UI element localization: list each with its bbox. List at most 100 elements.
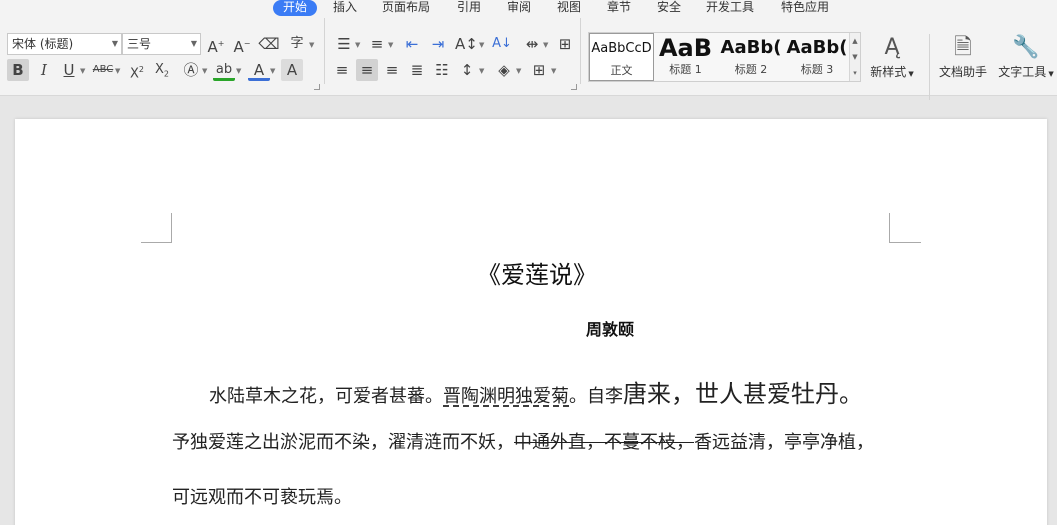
sort-icon[interactable]: A↓ bbox=[491, 33, 513, 55]
tab-insert[interactable]: 插入 bbox=[333, 0, 357, 16]
document-author[interactable]: 周敦颐 bbox=[586, 316, 634, 340]
paragraph-dialog-launcher[interactable] bbox=[571, 84, 577, 90]
subscript-icon[interactable]: X2 bbox=[151, 59, 173, 81]
borders-icon[interactable]: ⊞ bbox=[528, 59, 550, 81]
font-dialog-launcher[interactable] bbox=[314, 84, 320, 90]
chevron-down-icon[interactable]: ▼ bbox=[388, 41, 393, 49]
chevron-down-icon[interactable]: ▼ bbox=[202, 67, 207, 75]
line-spacing-icon[interactable]: ↕ bbox=[456, 59, 478, 81]
tab-home[interactable]: 开始 bbox=[273, 0, 318, 16]
chevron-down-icon[interactable]: ▼ bbox=[115, 67, 120, 75]
font-name-select[interactable]: 宋体 (标题) ▼ bbox=[7, 33, 122, 55]
strikethrough-icon[interactable]: ABC bbox=[92, 59, 114, 81]
tab-references[interactable]: 引用 bbox=[457, 0, 481, 16]
highlight-icon[interactable]: ab bbox=[213, 59, 235, 81]
chevron-down-icon[interactable]: ▼ bbox=[80, 67, 85, 75]
distributed-icon[interactable]: ☷ bbox=[431, 59, 453, 81]
expand-icon[interactable]: ▾ bbox=[850, 65, 860, 81]
style-heading-2[interactable]: AaBb( 标题 2 bbox=[719, 33, 783, 81]
paragraph-line-3[interactable]: 可远观而不可亵玩焉。 bbox=[172, 483, 352, 509]
font-size-value: 三号 bbox=[127, 37, 152, 51]
document-title[interactable]: 《爱莲说》 bbox=[0, 255, 1057, 290]
text-run-large: 唐来，世人甚爱牡丹。 bbox=[623, 380, 863, 408]
divider bbox=[929, 34, 930, 100]
chevron-down-icon[interactable]: ▼ bbox=[355, 41, 360, 49]
text-tools-label: 文字工具 bbox=[998, 65, 1047, 79]
style-normal[interactable]: AaBbCcD 正文 bbox=[589, 33, 654, 81]
font-color-icon[interactable]: A bbox=[248, 59, 270, 81]
phonetic-guide-icon[interactable]: 字 bbox=[286, 33, 308, 55]
text-run: 。自李 bbox=[569, 386, 623, 407]
text-run-underlined: 晋陶渊明独爱菊 bbox=[443, 386, 569, 407]
italic-icon[interactable]: I bbox=[33, 59, 55, 81]
chevron-up-icon[interactable]: ▲ bbox=[850, 33, 860, 49]
paragraph-spacing-icon[interactable]: ⇹ bbox=[521, 33, 543, 55]
margin-corner-right bbox=[889, 213, 921, 243]
justify-icon[interactable]: ≣ bbox=[406, 59, 428, 81]
chevron-down-icon[interactable]: ▼ bbox=[551, 67, 556, 75]
chevron-down-icon[interactable]: ▼ bbox=[309, 41, 314, 49]
increase-indent-icon[interactable]: ⇥ bbox=[427, 33, 449, 55]
chevron-down-icon: ▼ bbox=[190, 39, 197, 48]
margin-corner-left bbox=[141, 213, 172, 243]
bold-icon[interactable]: B bbox=[7, 59, 29, 81]
style-heading-1-sample: AaB bbox=[658, 34, 713, 62]
text-run: 香远益清，亭亭净植， bbox=[694, 432, 874, 453]
doc-helper-button[interactable]: 🗎 文档助手 bbox=[936, 33, 990, 80]
align-right-icon[interactable]: ≡ bbox=[381, 59, 403, 81]
style-heading-3-sample: AaBb( bbox=[786, 37, 848, 58]
chevron-down-icon[interactable]: ▼ bbox=[479, 41, 484, 49]
font-name-value: 宋体 (标题) bbox=[12, 37, 74, 51]
grow-font-icon[interactable]: A+ bbox=[205, 33, 227, 56]
tab-view[interactable]: 视图 bbox=[557, 0, 581, 16]
tab-security[interactable]: 安全 bbox=[657, 0, 681, 16]
document-page[interactable] bbox=[15, 119, 1047, 525]
tab-sections[interactable]: 章节 bbox=[607, 0, 631, 16]
gallery-scroll[interactable]: ▲ ▼ ▾ bbox=[849, 33, 860, 81]
style-heading-3[interactable]: AaBb( 标题 3 bbox=[785, 33, 849, 81]
align-left-icon[interactable]: ≡ bbox=[331, 59, 353, 81]
style-normal-label: 正文 bbox=[610, 64, 633, 77]
character-shading-icon[interactable]: A bbox=[281, 59, 303, 81]
paragraph-line-1[interactable]: 水陆草木之花，可爱者甚蕃。晋陶渊明独爱菊。自李唐来，世人甚爱牡丹。 bbox=[209, 374, 863, 409]
styles-gallery: AaBbCcD 正文 AaB 标题 1 AaBb( 标题 2 AaBb( 标题 … bbox=[588, 32, 861, 82]
text-tools-button[interactable]: 🔧 文字工具 ▼ bbox=[995, 33, 1057, 80]
divider bbox=[324, 18, 325, 84]
shading-icon[interactable]: ◈ bbox=[493, 59, 515, 81]
superscript-icon[interactable]: X2 bbox=[126, 59, 148, 81]
style-heading-1-label: 标题 1 bbox=[669, 63, 702, 76]
show-marks-icon[interactable]: ⊞ bbox=[554, 33, 576, 55]
text-effect-icon[interactable]: Ⓐ bbox=[180, 59, 202, 81]
paragraph-line-2[interactable]: 予独爱莲之出淤泥而不染，濯清涟而不妖，中通外直，不蔓不枝，香远益清，亭亭净植， bbox=[172, 428, 874, 454]
style-heading-2-sample: AaBb( bbox=[720, 37, 782, 58]
chevron-down-icon[interactable]: ▼ bbox=[236, 67, 241, 75]
bullet-list-icon[interactable]: ☰ bbox=[333, 33, 355, 55]
chevron-down-icon[interactable]: ▼ bbox=[479, 67, 484, 75]
text-run: 水陆草木之花，可爱者甚蕃。 bbox=[209, 386, 443, 407]
align-center-icon[interactable]: ≡ bbox=[356, 59, 378, 81]
divider bbox=[580, 18, 581, 84]
style-heading-2-label: 标题 2 bbox=[734, 63, 768, 76]
numbered-list-icon[interactable]: ≡ bbox=[366, 33, 388, 55]
style-heading-3-label: 标题 3 bbox=[800, 63, 834, 76]
tab-developer[interactable]: 开发工具 bbox=[706, 0, 754, 16]
decrease-indent-icon[interactable]: ⇤ bbox=[401, 33, 423, 55]
chinese-layout-icon[interactable]: A↕ bbox=[455, 33, 478, 55]
tab-special-apps[interactable]: 特色应用 bbox=[781, 0, 829, 16]
document-icon: 🗎 bbox=[954, 35, 972, 60]
style-heading-1[interactable]: AaB 标题 1 bbox=[654, 33, 717, 81]
chevron-down-icon[interactable]: ▼ bbox=[270, 67, 275, 75]
chevron-down-icon[interactable]: ▼ bbox=[543, 41, 548, 49]
chevron-down-icon[interactable]: ▼ bbox=[850, 49, 860, 65]
font-size-select[interactable]: 三号 ▼ bbox=[122, 33, 201, 55]
tab-page-layout[interactable]: 页面布局 bbox=[382, 0, 430, 16]
shrink-font-icon[interactable]: A− bbox=[231, 33, 253, 56]
new-style-button[interactable]: Ą 新样式 ▼ bbox=[866, 33, 918, 80]
menu-bar: 开始 插入 页面布局 引用 审阅 视图 章节 安全 开发工具 特色应用 bbox=[0, 0, 1057, 16]
underline-icon[interactable]: U bbox=[58, 59, 80, 81]
text-run: 予独爱莲之出淤泥而不染，濯清涟而不妖， bbox=[172, 432, 514, 453]
style-normal-sample: AaBbCcD bbox=[591, 41, 652, 56]
chevron-down-icon[interactable]: ▼ bbox=[516, 67, 521, 75]
tab-review[interactable]: 审阅 bbox=[507, 0, 531, 16]
clear-format-icon[interactable]: ⌫ bbox=[258, 33, 280, 55]
